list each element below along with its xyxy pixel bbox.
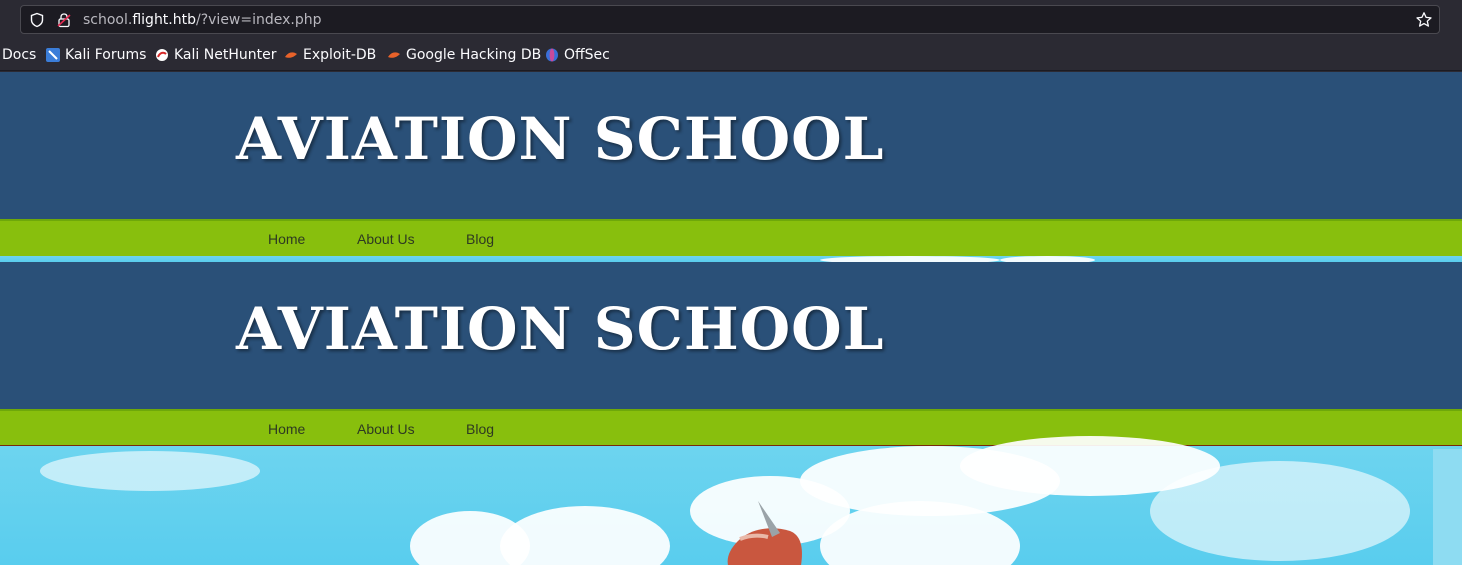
nav-home[interactable]: Home xyxy=(268,421,305,437)
site-header-repeat: AVIATION SCHOOL xyxy=(0,262,1462,409)
kali-forums-icon xyxy=(46,48,60,62)
nav-about-us[interactable]: About Us xyxy=(357,421,415,437)
nav-about-us[interactable]: About Us xyxy=(357,231,415,247)
bookmark-label: Kali NetHunter xyxy=(174,47,277,63)
site-header: AVIATION SCHOOL xyxy=(0,72,1462,219)
offsec-icon xyxy=(546,48,558,62)
kali-nethunter-icon xyxy=(156,49,168,61)
exploit-db-icon xyxy=(285,52,297,58)
bookmark-label: Kali Forums xyxy=(65,47,147,63)
airplane-image xyxy=(727,501,802,565)
browser-toolbar: school.flight.htb/?view=index.php xyxy=(0,0,1462,40)
cloud xyxy=(1150,461,1410,561)
url-path: /?view=index.php xyxy=(196,12,322,28)
cloud xyxy=(40,451,260,491)
nav-home[interactable]: Home xyxy=(268,231,305,247)
bookmark-docs[interactable]: Docs xyxy=(2,47,36,63)
star-icon[interactable] xyxy=(1415,11,1433,29)
web-page: AVIATION SCHOOL Home About Us Blog AVIAT… xyxy=(0,72,1462,565)
cloud xyxy=(500,506,670,565)
site-title: AVIATION SCHOOL xyxy=(236,105,885,173)
hero-image xyxy=(0,436,1462,565)
bookmark-kali-nethunter[interactable]: Kali NetHunter xyxy=(155,47,276,63)
lock-icon[interactable] xyxy=(56,12,72,28)
nav-blog[interactable]: Blog xyxy=(466,421,494,437)
url-host: flight.htb xyxy=(132,12,196,28)
bookmark-label: Docs xyxy=(2,47,37,63)
bookmarks-toolbar: Docs Kali Forums Kali NetHunter Exploit-… xyxy=(0,40,1462,71)
url-prefix: school. xyxy=(83,12,133,28)
bookmark-kali-forums[interactable]: Kali Forums xyxy=(46,47,146,63)
url-text[interactable]: school.flight.htb/?view=index.php xyxy=(83,12,322,28)
bookmark-offsec[interactable]: OffSec xyxy=(545,47,610,63)
nav-blog[interactable]: Blog xyxy=(466,231,494,247)
bookmark-label: Exploit-DB xyxy=(303,47,377,63)
bookmark-label: Google Hacking DB xyxy=(406,47,542,63)
bookmark-label: OffSec xyxy=(564,47,610,63)
side-panel xyxy=(1433,449,1462,565)
main-nav: Home About Us Blog xyxy=(0,219,1462,256)
site-title-repeat: AVIATION SCHOOL xyxy=(236,295,885,363)
bookmark-google-hacking-db[interactable]: Google Hacking DB xyxy=(387,47,541,63)
bookmark-exploit-db[interactable]: Exploit-DB xyxy=(284,47,376,63)
google-hacking-db-icon xyxy=(388,52,400,58)
address-bar[interactable]: school.flight.htb/?view=index.php xyxy=(20,5,1440,34)
main-nav-repeat: Home About Us Blog xyxy=(0,409,1462,446)
shield-icon[interactable] xyxy=(29,12,45,28)
